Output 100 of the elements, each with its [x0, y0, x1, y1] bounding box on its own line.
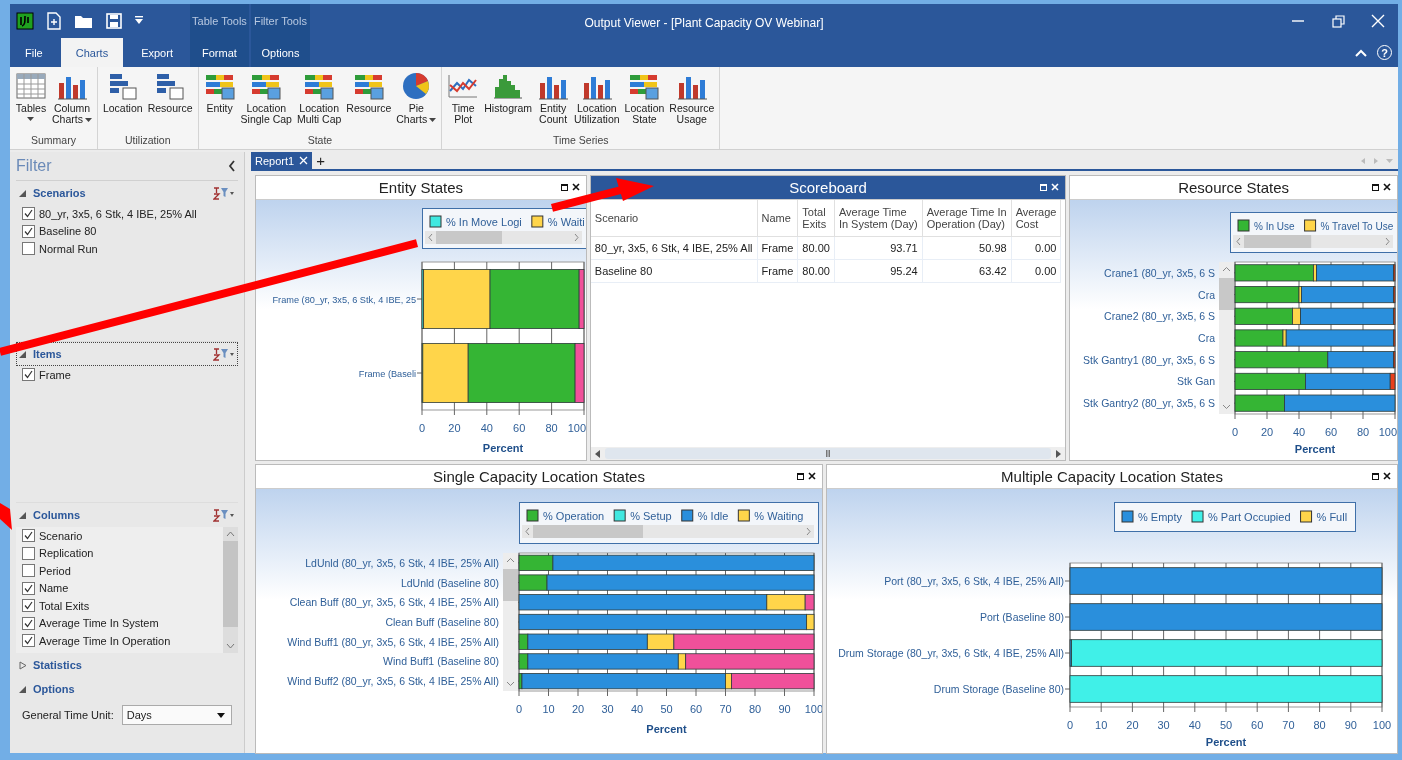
ribbon-group-label: Time Series [551, 134, 610, 148]
legend-label: % Setup [630, 510, 672, 522]
tick-label: 100 [1378, 426, 1397, 438]
axis-title: Percent [646, 723, 687, 735]
category-label: Frame (80_yr, 3x5, 6 Stk, 4 IBE, 25 [272, 295, 416, 305]
context-group-label: Table Tools [191, 14, 248, 29]
checkbox-label: Frame [39, 368, 71, 381]
category-label: Crane2 (80_yr, 3x5, 6 S [1104, 310, 1216, 323]
tick-label: 80 [1313, 719, 1326, 731]
category-label: Stk Gantry2 (80_yr, 3x5, 6 S [1083, 397, 1216, 410]
tick-label: 60 [689, 703, 703, 715]
panel-title: Filter [16, 157, 52, 175]
category-label: Wind Buff2 (80_yr, 3x5, 6 Stk, 4 IBE, 25% All) [287, 675, 499, 688]
tick-label: 20 [1126, 719, 1139, 731]
tick-label: 90 [778, 703, 791, 715]
table-cell: 0.00 [1011, 259, 1061, 283]
tick-label: 10 [1095, 719, 1108, 731]
checkbox-label: Period [39, 564, 71, 577]
checkbox-label: Total Exits [39, 599, 90, 612]
tick-label: 20 [1261, 426, 1274, 438]
legend-label: % Empty [1138, 511, 1183, 523]
tick-label: 100 [1372, 719, 1392, 731]
ribbon-group-label: State [306, 134, 334, 148]
table-cell: 80.00 [797, 236, 835, 260]
category-label: Port (80_yr, 3x5, 6 Stk, 4 IBE, 25% All) [884, 575, 1064, 587]
tick-label: 40 [630, 703, 644, 715]
tick-label: 90 [1344, 719, 1357, 731]
category-label: Cra [1198, 288, 1216, 301]
checkbox-label: 80_yr, 3x5, 6 Stk, 4 IBE, 25% All [39, 207, 197, 220]
tick-label: 60 [513, 422, 526, 434]
tick-label: 40 [1188, 719, 1201, 731]
category-label: Drum Storage (Baseline 80) [933, 683, 1064, 695]
legend-label: % In Move Logi [446, 216, 522, 228]
tick-label: 20 [571, 703, 585, 715]
panel-header: Scoreboard [590, 176, 1066, 200]
table-cell: 80_yr, 3x5, 6 Stk, 4 IBE, 25% All [590, 236, 758, 260]
table-cell: Baseline 80 [590, 259, 758, 283]
tick-label: 20 [448, 422, 461, 434]
checkbox-label: Average Time In Operation [39, 634, 171, 647]
tick-label: 70 [719, 703, 732, 715]
tick-label: 0 [1066, 719, 1074, 731]
tick-label: 0 [515, 703, 523, 715]
category-label: Port (Baseline 80) [979, 611, 1064, 623]
table-cell: 95.24 [834, 259, 923, 283]
ribbon-group-label: Utilization [124, 134, 172, 148]
tick-label: 50 [1219, 719, 1233, 731]
checkbox-label: Normal Run [39, 242, 98, 255]
tick-label: 30 [601, 703, 614, 715]
tick-label: 10 [542, 703, 555, 715]
axis-title: Percent [1205, 736, 1247, 748]
category-label: Stk Gan [1177, 375, 1216, 388]
tick-label: 100 [567, 422, 586, 434]
table-cell: 63.42 [922, 259, 1012, 283]
axis-title: Percent [1295, 443, 1336, 455]
ribbon-group-label: Summary [30, 134, 77, 148]
field-label: General Time Unit: [22, 709, 114, 721]
window-title: Output Viewer - [Plant Capacity OV Webinar] [583, 15, 825, 32]
legend-label: % Waiti [547, 216, 585, 228]
legend-label: % Full [1316, 511, 1348, 523]
checkbox-label: Average Time In System [39, 617, 159, 630]
tick-label: 80 [545, 422, 558, 434]
legend-label: % Part Occupied [1208, 511, 1291, 523]
category-label: Cra [1198, 332, 1216, 344]
category-label: Wind Buff1 (Baseline 80) [383, 655, 499, 668]
context-group-label: Filter Tools [252, 14, 308, 29]
table-cell: 0.00 [1011, 236, 1061, 260]
category-label: Clean Buff (Baseline 80) [385, 616, 499, 628]
category-label: Frame (Baseli [358, 369, 416, 379]
category-label: Clean Buff (80_yr, 3x5, 6 Stk, 4 IBE, 25% All) [289, 596, 499, 609]
table-cell: 50.98 [922, 236, 1012, 260]
tick-label: 80 [748, 703, 762, 715]
tick-label: 60 [1325, 426, 1338, 438]
legend-label: % In Use [1254, 221, 1295, 232]
legend-label: % Idle [697, 510, 729, 522]
category-label: Wind Buff1 (80_yr, 3x5, 6 Stk, 4 IBE, 25% All) [287, 635, 499, 648]
tick-label: 30 [1157, 719, 1170, 731]
checkbox-label: Name [39, 582, 69, 595]
table-cell: 80.00 [797, 259, 835, 283]
table-cell: Frame [757, 236, 798, 260]
tick-label: 60 [1251, 719, 1264, 731]
axis-title: Percent [482, 442, 524, 454]
tick-label: 100 [804, 703, 822, 715]
category-label: Crane1 (80_yr, 3x5, 6 S [1104, 266, 1216, 279]
tick-label: 0 [418, 422, 426, 434]
tick-label: 40 [480, 422, 493, 434]
category-label: Drum Storage (80_yr, 3x5, 6 Stk, 4 IBE, 25% All) [838, 647, 1064, 659]
tick-label: 50 [660, 703, 673, 715]
tick-label: 0 [1232, 426, 1239, 438]
checkbox-label: Scenario [39, 529, 83, 542]
legend-label: % Waiting [754, 510, 804, 522]
table-cell: 93.71 [834, 236, 923, 260]
checkbox-label: Baseline 80 [39, 225, 97, 238]
legend-label: % Travel To Use [1320, 221, 1394, 232]
category-label: Stk Gantry1 (80_yr, 3x5, 6 S [1083, 353, 1216, 366]
category-label: LdUnld (Baseline 80) [400, 576, 499, 589]
table-cell: Frame [757, 259, 798, 283]
legend-label: % Operation [543, 510, 605, 522]
tick-label: 40 [1293, 426, 1306, 438]
checkbox-label: Replication [39, 547, 94, 560]
tick-label: 80 [1357, 426, 1370, 438]
